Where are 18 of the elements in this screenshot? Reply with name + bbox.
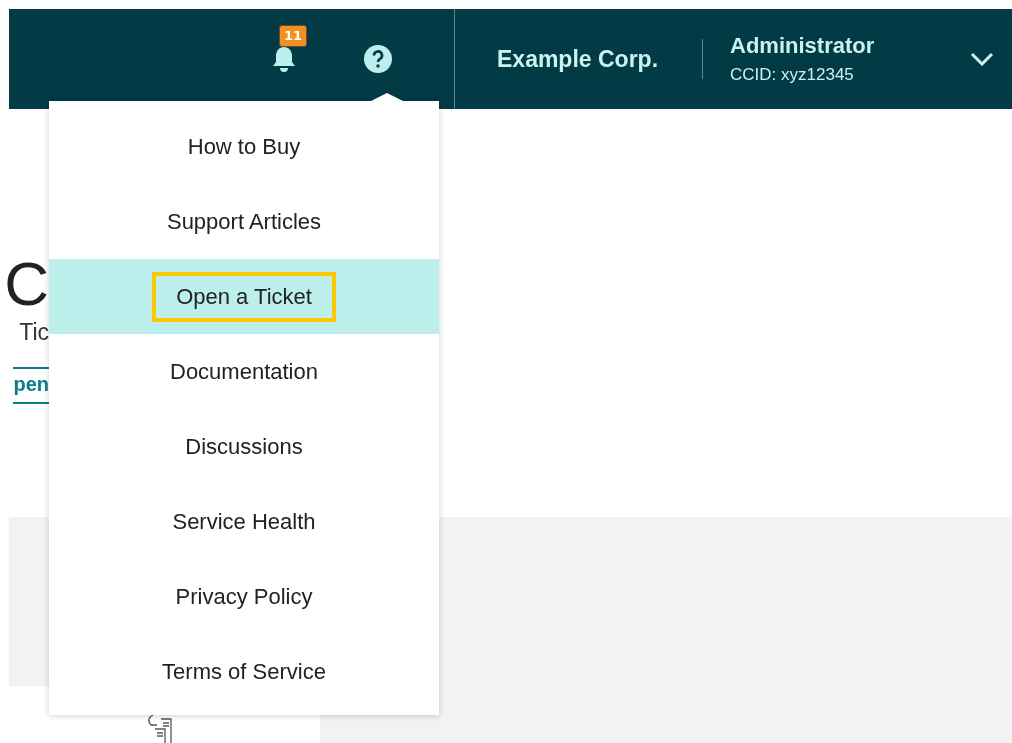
page-heading: C xyxy=(4,249,49,319)
account-menu-button[interactable] xyxy=(970,52,994,66)
organization-name: Example Corp. xyxy=(497,45,659,73)
menu-item[interactable]: Privacy Policy xyxy=(151,571,337,622)
page-subtitle: Tic xyxy=(19,319,49,345)
menu-item[interactable]: Service Health xyxy=(148,496,340,547)
help-icon[interactable] xyxy=(363,44,393,74)
menu-item[interactable]: How to Buy xyxy=(163,121,325,172)
menu-item[interactable]: Open a Ticket xyxy=(152,271,336,322)
bell-icon[interactable] xyxy=(271,45,297,73)
menu-item[interactable]: Documentation xyxy=(146,346,342,397)
notification-count-badge: 11 xyxy=(279,25,308,47)
customer-id: CCID: xyz12345 xyxy=(730,65,855,85)
chevron-down-icon xyxy=(970,52,994,66)
user-name: Administrator xyxy=(730,33,875,59)
menu-item[interactable]: Support Articles xyxy=(142,196,346,247)
menu-item[interactable]: Discussions xyxy=(161,421,327,472)
menu-item[interactable]: Terms of Service xyxy=(138,646,350,697)
